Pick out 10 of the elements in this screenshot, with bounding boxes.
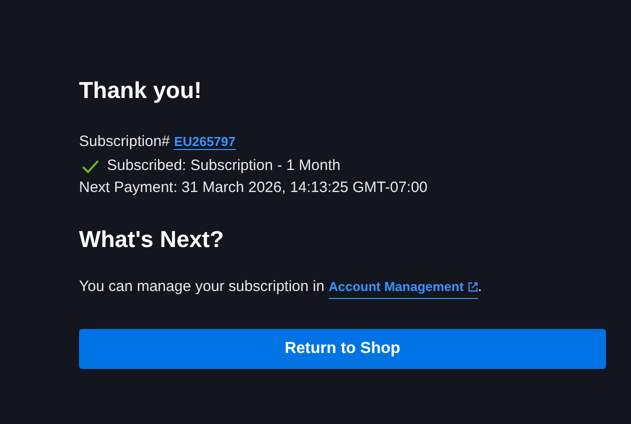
subscription-number-text: Subscription# EU265797 xyxy=(79,132,236,152)
external-link-icon xyxy=(468,282,478,292)
section-heading: What's Next? xyxy=(79,225,224,253)
manage-text: You can manage your subscription in Account Management . xyxy=(79,276,482,299)
account-management-link[interactable]: Account Management xyxy=(328,276,478,299)
heading: Thank you! xyxy=(79,76,202,104)
subscription-status: Subscribed: Subscription - 1 Month xyxy=(107,156,340,176)
return-to-shop-button[interactable]: Return to Shop xyxy=(79,329,606,369)
next-payment-text: Next Payment: 31 March 2026, 14:13:25 GMT-07:00 xyxy=(79,178,428,198)
subscription-number-link[interactable]: EU265797 xyxy=(174,134,236,150)
